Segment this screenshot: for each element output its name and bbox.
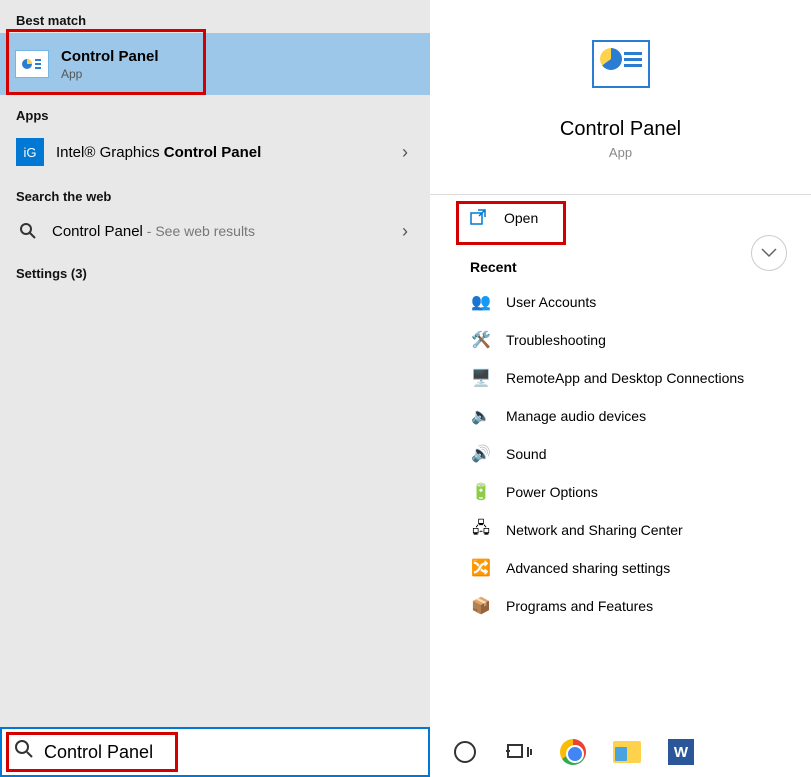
recent-item-icon: 🔈 bbox=[470, 405, 492, 427]
app-hero: Control Panel App bbox=[430, 0, 811, 160]
file-explorer-icon[interactable] bbox=[612, 737, 642, 767]
recent-item-label: Troubleshooting bbox=[506, 332, 606, 348]
control-panel-icon bbox=[15, 50, 49, 78]
recent-item-icon: 🖧 bbox=[470, 519, 492, 541]
task-view-icon[interactable] bbox=[504, 737, 534, 767]
apps-item-label: Intel® Graphics Control Panel bbox=[56, 144, 402, 161]
recent-item-label: User Accounts bbox=[506, 294, 596, 310]
expand-button[interactable] bbox=[751, 235, 787, 271]
recent-item-label: Programs and Features bbox=[506, 598, 653, 614]
recent-item[interactable]: 🛠️ Troubleshooting bbox=[430, 321, 811, 359]
search-icon bbox=[16, 219, 40, 243]
cortana-icon[interactable] bbox=[450, 737, 480, 767]
start-search-box[interactable] bbox=[0, 727, 430, 777]
best-match-heading: Best match bbox=[0, 0, 430, 33]
recent-item-label: Sound bbox=[506, 446, 546, 462]
open-icon bbox=[470, 209, 488, 227]
recent-item-icon: 👥 bbox=[470, 291, 492, 313]
web-item-control-panel[interactable]: Control Panel - See web results › bbox=[0, 209, 430, 253]
recent-item[interactable]: 🔋 Power Options bbox=[430, 473, 811, 511]
open-label: Open bbox=[504, 210, 538, 226]
recent-item-icon: 📦 bbox=[470, 595, 492, 617]
recent-item-icon: 🔊 bbox=[470, 443, 492, 465]
search-input[interactable] bbox=[44, 742, 416, 763]
recent-item-label: Manage audio devices bbox=[506, 408, 646, 424]
recent-item[interactable]: 👥 User Accounts bbox=[430, 283, 811, 321]
search-web-heading: Search the web bbox=[0, 176, 430, 209]
apps-heading: Apps bbox=[0, 95, 430, 128]
word-icon[interactable]: W bbox=[666, 737, 696, 767]
best-match-title: Control Panel bbox=[61, 48, 159, 65]
recent-item[interactable]: 🔊 Sound bbox=[430, 435, 811, 473]
open-action[interactable]: Open bbox=[430, 195, 811, 241]
intel-graphics-icon: iG bbox=[16, 138, 44, 166]
recent-item-icon: 🖥️ bbox=[470, 367, 492, 389]
control-panel-large-icon bbox=[592, 40, 650, 88]
recent-item-label: Advanced sharing settings bbox=[506, 560, 670, 576]
recent-item-label: RemoteApp and Desktop Connections bbox=[506, 370, 744, 386]
search-icon bbox=[14, 739, 34, 765]
web-item-label: Control Panel - See web results bbox=[52, 223, 402, 240]
recent-item-label: Network and Sharing Center bbox=[506, 522, 683, 538]
settings-heading[interactable]: Settings (3) bbox=[0, 253, 430, 286]
chevron-right-icon[interactable]: › bbox=[402, 221, 414, 242]
chrome-icon[interactable] bbox=[558, 737, 588, 767]
recent-item[interactable]: 📦 Programs and Features bbox=[430, 587, 811, 625]
app-title: Control Panel bbox=[430, 118, 811, 141]
recent-item-icon: 🛠️ bbox=[470, 329, 492, 351]
recent-item[interactable]: 🔈 Manage audio devices bbox=[430, 397, 811, 435]
taskbar: W bbox=[430, 727, 811, 777]
best-match-result[interactable]: Control Panel App bbox=[0, 33, 430, 95]
apps-item-intel-graphics[interactable]: iG Intel® Graphics Control Panel › bbox=[0, 128, 430, 176]
best-match-subtitle: App bbox=[61, 67, 159, 81]
recent-item[interactable]: 🖧 Network and Sharing Center bbox=[430, 511, 811, 549]
app-subtitle: App bbox=[430, 145, 811, 160]
recent-item-icon: 🔋 bbox=[470, 481, 492, 503]
chevron-right-icon[interactable]: › bbox=[402, 142, 414, 163]
recent-item[interactable]: 🖥️ RemoteApp and Desktop Connections bbox=[430, 359, 811, 397]
recent-item[interactable]: 🔀 Advanced sharing settings bbox=[430, 549, 811, 587]
recent-item-label: Power Options bbox=[506, 484, 598, 500]
recent-item-icon: 🔀 bbox=[470, 557, 492, 579]
